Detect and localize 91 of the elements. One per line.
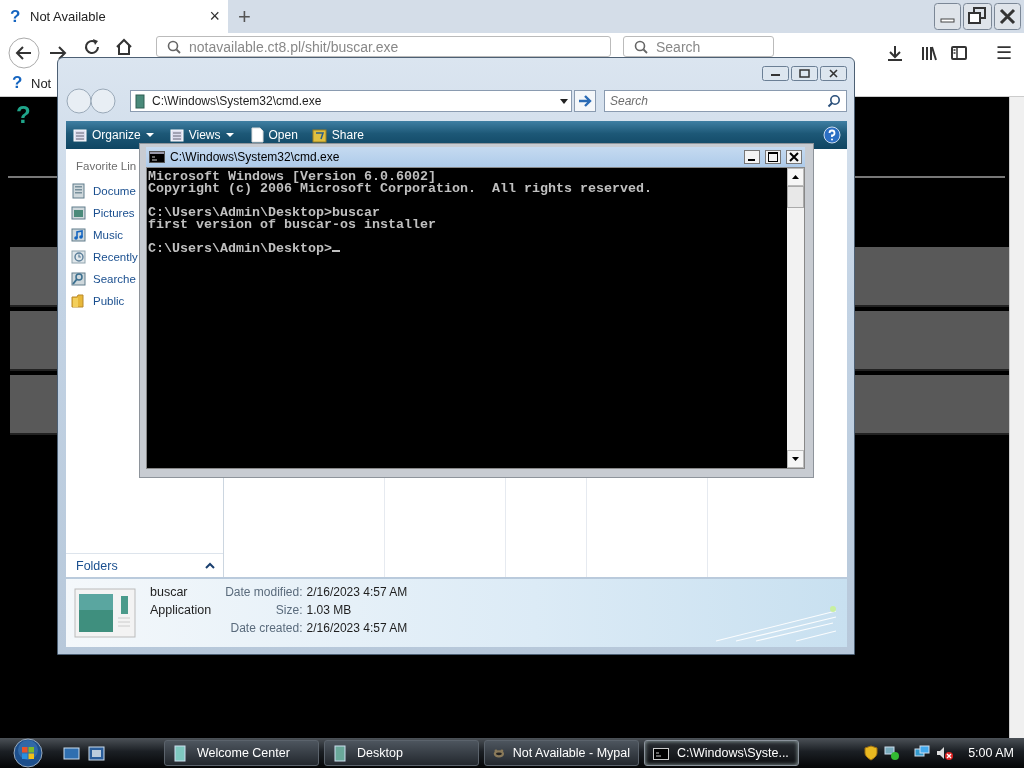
views-icon [72,127,88,143]
field-value: 2/16/2023 4:57 AM [306,621,408,635]
url-text: notavailable.ct8.pl/shit/buscar.exe [189,38,399,55]
broken-image-icon: ? [16,101,31,141]
shield-icon [864,745,879,761]
console-line: Microsoft Windows [Version 6.0.6002] [148,171,436,183]
recent-icon [71,249,86,265]
favorite-link[interactable]: Searche [71,269,136,289]
toolbar-button[interactable]: Organize [72,127,155,143]
field-value: 1.03 MB [306,603,353,617]
folder-icon [71,293,86,309]
field-label: Date modified: [225,585,303,599]
console-line: C:\Users\Admin\Desktop> [148,243,786,255]
toolbar-button[interactable]: Open [248,127,298,143]
caret-icon [144,132,155,138]
favorite-link[interactable]: Pictures [71,203,135,223]
console-line: first version of buscar-os installer [148,219,437,231]
search-field[interactable]: Search [623,36,774,57]
share-icon [311,127,328,143]
close-button[interactable] [994,3,1021,30]
network-icon [884,745,901,761]
reload-button[interactable] [82,37,102,57]
bookmark-label: Not [31,75,52,91]
window-switch-icon[interactable] [88,745,105,761]
minimize-button[interactable] [762,66,789,81]
chevron-up-icon [205,562,215,569]
document-icon [71,183,86,199]
toolbar-button[interactable]: Views [168,127,235,143]
help-icon: ? [12,73,26,93]
speaker-icon [936,745,955,761]
search-icon [167,39,181,54]
taskbar-button[interactable]: Welcome Center [164,740,319,766]
application-icon [74,588,136,638]
close-button[interactable] [820,66,847,81]
help-icon[interactable] [823,126,841,144]
section-heading: Favorite Lin [76,160,137,172]
library-icon[interactable] [920,44,938,62]
close-button[interactable] [786,150,802,164]
go-button[interactable] [574,90,596,112]
menu-button[interactable]: ☰ [992,42,1016,64]
picture-icon [71,205,86,221]
caret-icon [224,132,235,138]
bookmark-item[interactable]: ? Not [12,73,52,93]
taskbar-button[interactable]: C:\Windows\Syste... [644,740,799,766]
file-type: Application [150,603,212,617]
home-button[interactable] [114,37,134,57]
clock: 5:00 AM [968,746,1014,760]
search-icon [827,94,841,108]
views-icon [168,127,185,143]
field-label: Date created: [229,621,303,635]
favorite-link[interactable]: Docume [71,181,136,201]
search-folder-icon [71,271,86,287]
folders-toggle[interactable]: Folders [66,553,223,577]
scroll-down-button[interactable] [787,450,804,468]
console-line: C:\Users\Admin\Desktop>buscar [148,207,380,219]
console-line: Copyright (c) 2006 Microsoft Corporation. All rights reserved. [148,183,653,195]
start-button[interactable] [13,738,43,768]
console-icon [149,151,165,163]
search-icon [634,39,648,54]
address-field[interactable]: notavailable.ct8.pl/shit/buscar.exe [156,36,611,57]
toolbar-button[interactable]: Share [311,127,364,143]
new-tab-button[interactable]: + [228,0,261,33]
search-field[interactable]: Search [604,90,847,112]
restore-button[interactable] [963,3,992,30]
scroll-up-button[interactable] [787,168,804,208]
application-icon [135,93,145,109]
maximize-button[interactable] [765,150,781,164]
scrollbar[interactable] [1009,97,1024,738]
favorite-link[interactable]: Music [71,225,124,245]
tab-title: Not Available [30,9,107,24]
sidebar-icon[interactable] [950,44,968,62]
scrollbar[interactable] [787,168,804,468]
back-button[interactable] [8,37,40,69]
download-icon[interactable] [886,44,904,62]
taskbar-button[interactable]: Desktop [324,740,479,766]
minimize-button[interactable] [744,150,760,164]
close-tab-button[interactable]: × [209,6,220,27]
field-label: Size: [274,603,303,617]
taskbar-button[interactable]: Not Available - Mypal [484,740,639,766]
field-value: 2/16/2023 4:57 AM [306,585,408,599]
desktop-icon[interactable] [63,745,80,761]
favorite-link[interactable]: Recently [71,247,138,267]
window-title: C:\Windows\System32\cmd.exe [170,150,341,164]
favorite-link[interactable]: Public [71,291,125,311]
file-name: buscar [150,585,189,599]
browser-tab[interactable]: ? Not Available × [0,0,228,33]
music-icon [71,227,86,243]
window-icon [333,744,349,762]
help-icon: ? [10,6,24,27]
address-field[interactable]: C:\Windows\System32\cmd.exe [130,90,572,112]
window-icon [173,744,189,762]
